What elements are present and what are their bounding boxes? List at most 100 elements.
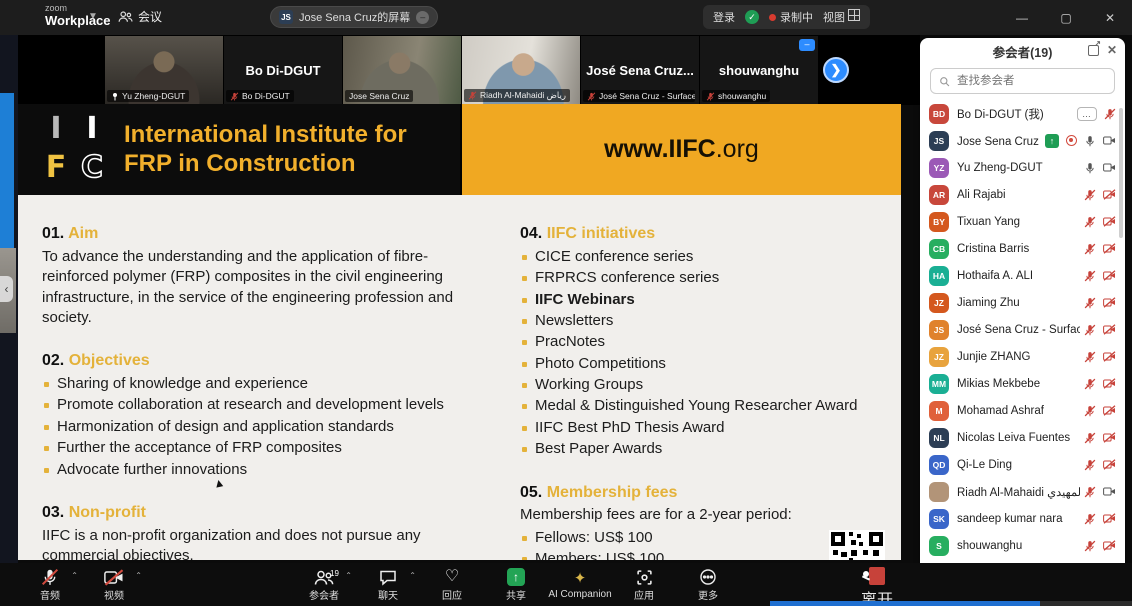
popout-panel-icon[interactable]: [1088, 45, 1099, 56]
bullet-icon: [44, 468, 49, 473]
video-tile[interactable]: Bo Di-DGUT – Bo Di-DGUT: [224, 36, 342, 104]
meeting-menu[interactable]: 会议: [118, 8, 162, 25]
close-panel-icon[interactable]: ✕: [1107, 43, 1117, 57]
chevron-up-icon[interactable]: ⌃: [71, 571, 78, 580]
recording-dot-icon: [769, 14, 776, 21]
bullet-item: Further the acceptance of FRP composites: [42, 438, 494, 458]
shared-slide: I I F C International Institute for FRP …: [18, 104, 901, 560]
avatar: SK: [929, 509, 949, 529]
search-input[interactable]: [955, 74, 1113, 88]
camera-off-icon: [104, 569, 124, 586]
chevron-down-icon[interactable]: ▼: [88, 11, 98, 22]
toolbar-button[interactable]: ♡ ↑ ✦ 聊天 ⌃: [356, 565, 420, 605]
video-tile[interactable]: – Yu Zheng-DGUT: [105, 36, 223, 104]
participant-row[interactable]: QD Qi-Le Ding … ↑: [920, 451, 1125, 478]
more-icon: [699, 568, 717, 586]
camera-off-icon: [1103, 216, 1116, 227]
avatar: CB: [929, 239, 949, 259]
camera-on-icon: [1103, 486, 1116, 497]
minimize-strip-icon[interactable]: –: [799, 39, 815, 51]
taskbar-strip-dark: [1040, 601, 1132, 606]
background-window-blue: [0, 93, 14, 248]
next-participants-button[interactable]: ❯: [823, 57, 849, 83]
chevron-up-icon[interactable]: ⌃: [409, 571, 416, 580]
participant-row[interactable]: M Mohamad Ashraf … ↑: [920, 397, 1125, 424]
mic-muted-icon: [1084, 513, 1096, 525]
chat-icon: [379, 569, 397, 586]
video-tile[interactable]: – Jose Sena Cruz: [343, 36, 461, 104]
toolbar-button[interactable]: ♡ ↑ ✦ 回应 ⌃: [420, 565, 484, 605]
avatar: NL: [929, 428, 949, 448]
participant-row[interactable]: MM Mikias Mekbebe … ↑: [920, 370, 1125, 397]
slide-left-column: 01. Aim To advance the understanding and…: [42, 223, 494, 560]
toolbar-button[interactable]: ♡ ↑ ✦ 共享 ⌃: [484, 565, 548, 605]
participant-row[interactable]: CB Cristina Barris … ↑: [920, 235, 1125, 262]
participant-row[interactable]: JS Jose Sena Cruz (主持人) … ↑: [920, 127, 1125, 154]
grid-view-icon: [848, 9, 860, 21]
collapse-panel-arrow[interactable]: ‹: [0, 276, 13, 302]
login-button[interactable]: 登录: [713, 9, 735, 25]
toolbar-button[interactable]: 音频 ⌃: [18, 565, 82, 605]
toolbar-button[interactable]: 视频 ⌃: [82, 565, 146, 605]
screen-sharing-badge: ↑: [1045, 134, 1059, 148]
minimize-button[interactable]: —: [1000, 0, 1044, 35]
tile-name-label: Riadh Al-Mahaidi رياض: [464, 89, 570, 102]
participant-row[interactable]: AR Ali Rajabi … ↑: [920, 181, 1125, 208]
bullet-item: FRPRCS conference series: [520, 268, 889, 288]
bullet-icon: [522, 404, 527, 409]
participant-row[interactable]: SK sandeep kumar nara … ↑: [920, 505, 1125, 532]
camera-off-icon: [1103, 540, 1116, 551]
close-button[interactable]: ✕: [1088, 0, 1132, 35]
participant-name: Junjie ZHANG: [957, 351, 1080, 363]
screen-share-pill[interactable]: JS Jose Sena Cruz的屏幕 –: [270, 6, 438, 28]
bullet-item: Harmonization of design and application …: [42, 417, 494, 437]
participant-row[interactable]: Riadh Al-Mahaidi رياض المهيدي … ↑: [920, 478, 1125, 505]
mic-muted-icon: [1084, 459, 1096, 471]
camera-off-icon: [1103, 297, 1116, 308]
participant-row[interactable]: JZ Junjie ZHANG … ↑: [920, 343, 1125, 370]
participant-row[interactable]: HA Hothaifa A. ALI … ↑: [920, 262, 1125, 289]
stop-share-icon[interactable]: –: [416, 11, 429, 24]
participant-name: Qi-Le Ding: [957, 459, 1080, 471]
participant-row[interactable]: YZ Yu Zheng-DGUT … ↑: [920, 154, 1125, 181]
participant-row[interactable]: BY Tixuan Yang … ↑: [920, 208, 1125, 235]
pin-icon: [111, 92, 119, 101]
participant-row[interactable]: JS José Sena Cruz - Surface … ↑: [920, 316, 1125, 343]
participant-row[interactable]: BD Bo Di-DGUT (我) … ↑: [920, 100, 1125, 127]
mic-muted-icon: [1084, 297, 1096, 309]
toolbar-button[interactable]: ♡ ↑ ✦ 更多 ⌃: [676, 565, 740, 605]
chevron-up-icon[interactable]: ⌃: [135, 571, 142, 580]
background-window-edge: [0, 35, 18, 606]
view-button[interactable]: 视图: [823, 9, 860, 25]
more-options-button[interactable]: …: [1077, 107, 1097, 121]
maximize-button[interactable]: ▢: [1044, 0, 1088, 35]
toolbar-button[interactable]: ♡ ↑ ✦ 应用 ⌃: [612, 565, 676, 605]
avatar: [929, 482, 949, 502]
qr-code: [829, 530, 885, 560]
participant-search[interactable]: [930, 68, 1115, 94]
bullet-item: Best Paper Awards: [520, 439, 889, 459]
participant-name: shouwanghu: [957, 540, 1080, 552]
bullet-item: Promote collaboration at research and de…: [42, 395, 494, 415]
participant-name: Tixuan Yang: [957, 216, 1080, 228]
video-tile[interactable]: José Sena Cruz... – José Sena Cruz - Sur…: [581, 36, 699, 104]
participant-row[interactable]: S shouwanghu … ↑: [920, 532, 1125, 557]
participant-row[interactable]: NL Nicolas Leiva Fuentes … ↑: [920, 424, 1125, 451]
share-owner-label: Jose Sena Cruz的屏幕: [299, 9, 410, 25]
mic-on-icon: [1084, 162, 1096, 174]
toolbar-button[interactable]: ♡ ↑ ✦ AI Companion ⌃: [548, 565, 612, 605]
avatar: QD: [929, 455, 949, 475]
toolbar-button[interactable]: ♡ ↑ ✦ 19 参会者 ⌃: [292, 565, 356, 605]
share-owner-badge: JS: [279, 10, 293, 24]
video-tile[interactable]: shouwanghu – shouwanghu: [700, 36, 818, 104]
panel-scrollbar[interactable]: [1119, 108, 1123, 238]
participant-row[interactable]: JZ Jiaming Zhu … ↑: [920, 289, 1125, 316]
video-tile[interactable]: – Riadh Al-Mahaidi رياض: [462, 36, 580, 104]
bullet-icon: [522, 340, 527, 345]
mic-muted-icon: [1084, 486, 1096, 498]
avatar: BD: [929, 104, 949, 124]
mic-muted-icon: [1084, 432, 1096, 444]
chevron-up-icon[interactable]: ⌃: [345, 571, 352, 580]
bullet-icon: [44, 403, 49, 408]
security-shield-icon[interactable]: ✓: [745, 10, 759, 24]
